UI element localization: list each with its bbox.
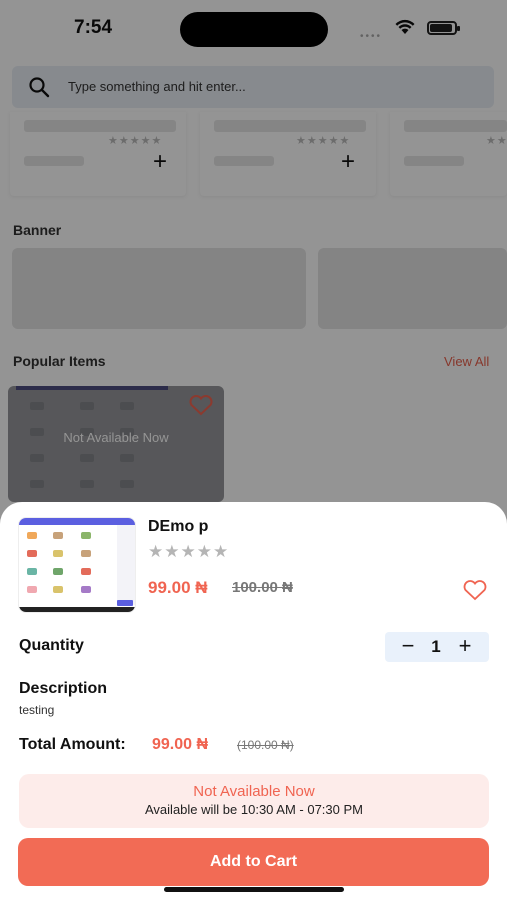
increment-button[interactable]: + — [452, 634, 478, 660]
description-label: Description — [19, 680, 108, 697]
product-old-price: 100.00 ₦ — [232, 579, 293, 596]
star-rating-icon: ★★★★★ — [148, 542, 230, 561]
home-indicator[interactable] — [164, 887, 344, 892]
availability-title: Not Available Now — [193, 783, 315, 800]
heart-icon[interactable] — [462, 579, 488, 601]
total-amount-label: Total Amount: — [19, 736, 126, 753]
quantity-stepper: − 1 + — [385, 632, 489, 662]
add-to-cart-button[interactable]: Add to Cart — [18, 838, 489, 886]
availability-hours: Available will be 10:30 AM - 07:30 PM — [145, 802, 363, 817]
quantity-value: 1 — [431, 637, 441, 656]
product-name: DEmo p — [148, 518, 209, 535]
product-bottom-sheet: DEmo p ★★★★★ 99.00 ₦ 100.00 ₦ Quantity −… — [0, 502, 507, 900]
quantity-label: Quantity — [19, 637, 84, 654]
description-text: testing — [19, 703, 55, 717]
total-amount-price: 99.00 ₦ — [152, 736, 209, 753]
product-image — [18, 517, 136, 613]
decrement-button[interactable]: − — [395, 634, 421, 660]
availability-notice: Not Available Now Available will be 10:3… — [19, 774, 489, 828]
total-amount-old-price: (100.00 ₦) — [237, 738, 294, 752]
product-price: 99.00 ₦ — [148, 578, 208, 597]
